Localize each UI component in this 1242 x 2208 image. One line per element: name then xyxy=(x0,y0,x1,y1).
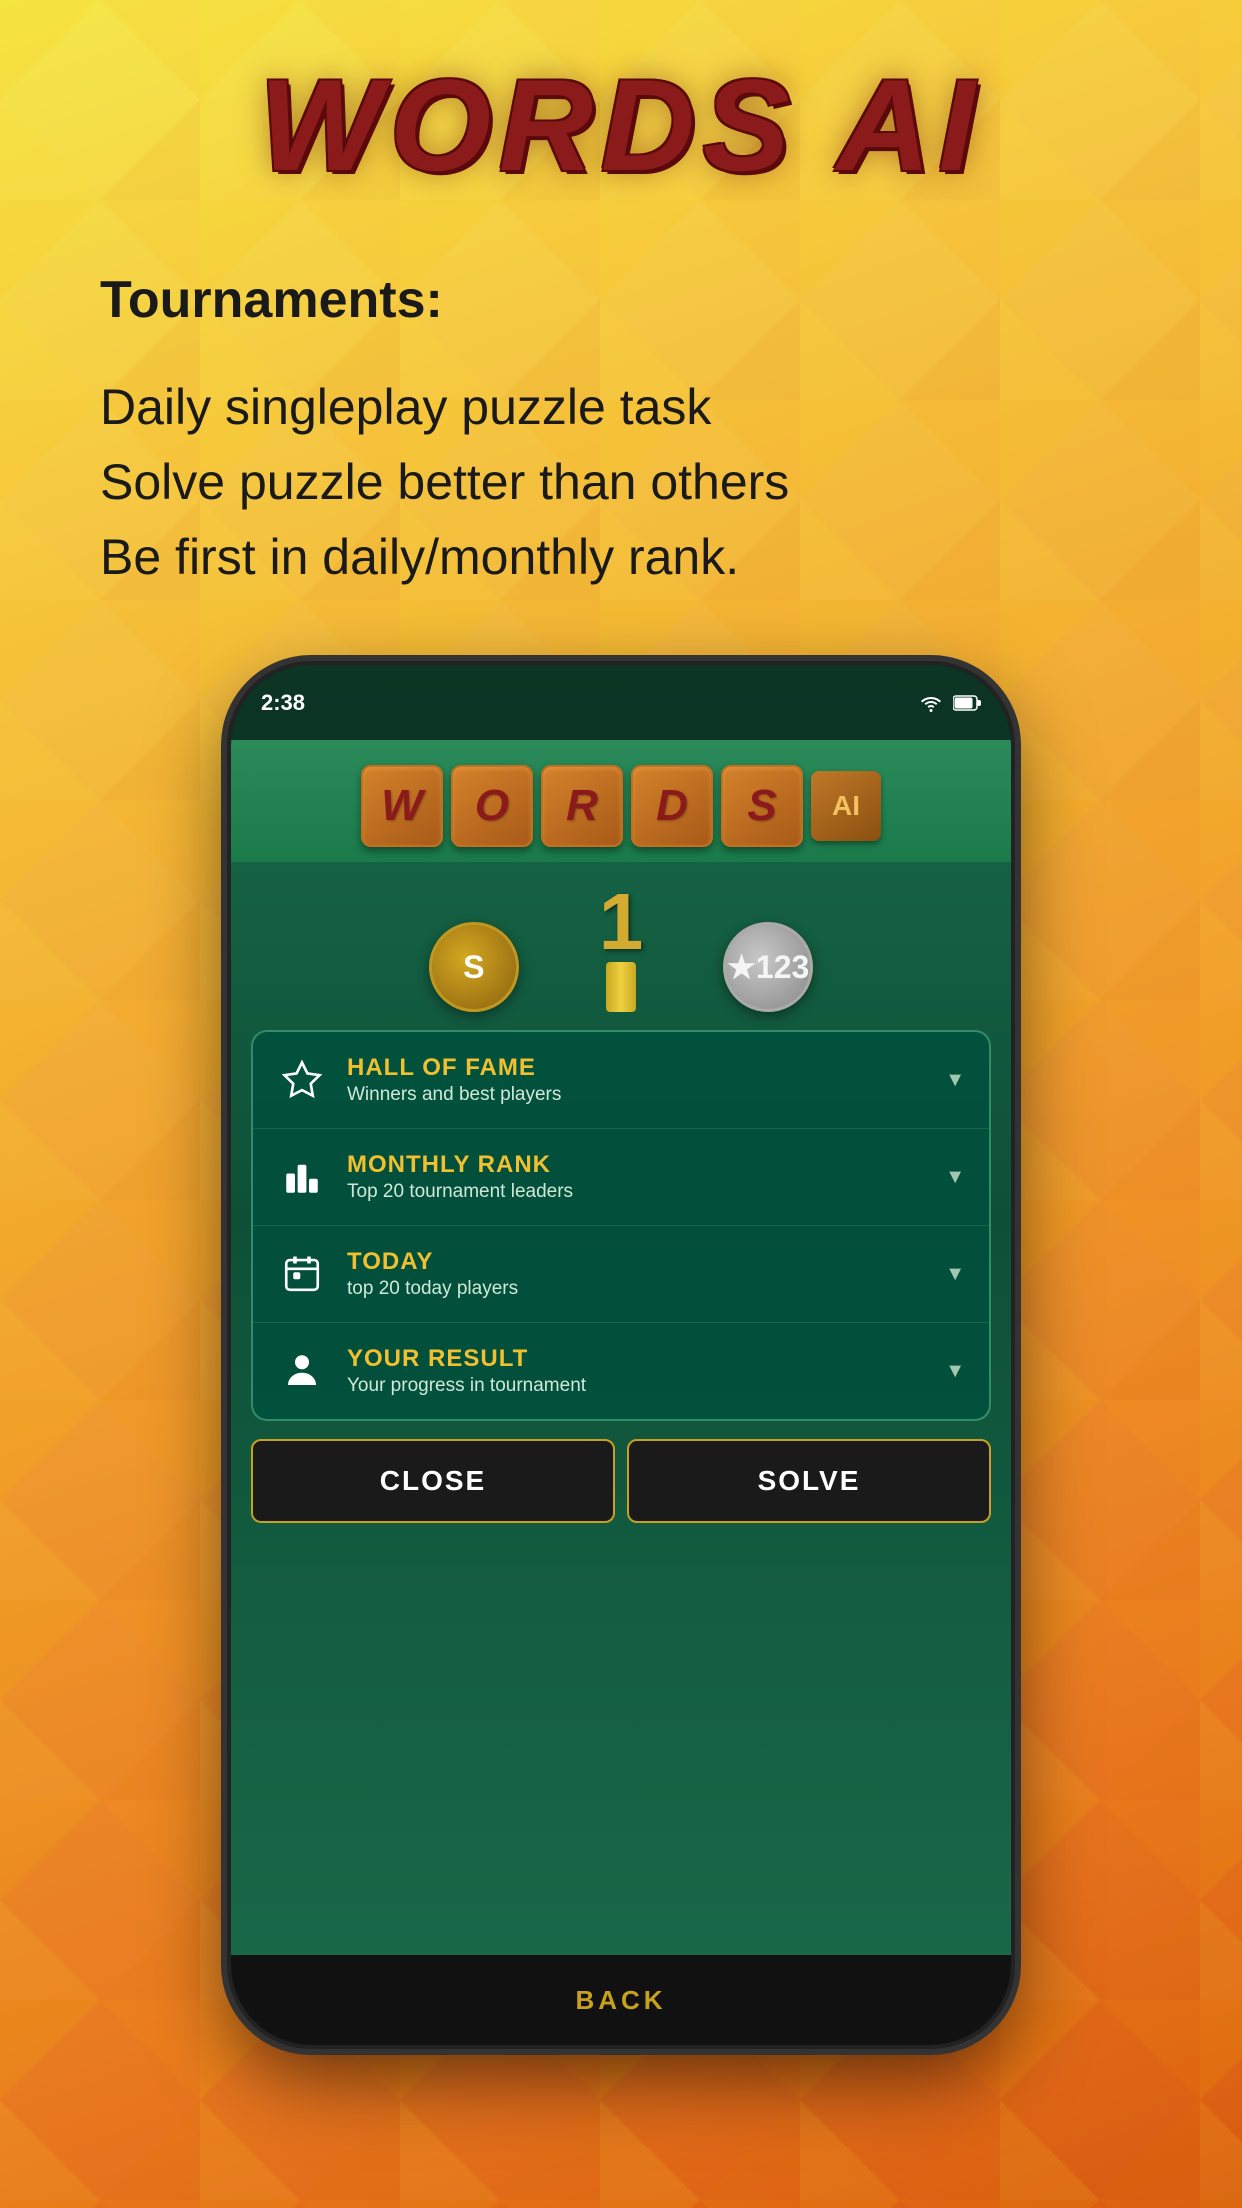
your-result-title: Your result xyxy=(347,1345,925,1373)
today-title: TODAY xyxy=(347,1248,925,1276)
menu-item-monthly-rank[interactable]: MONTHLY RANK Top 20 tournament leaders ▼ xyxy=(253,1129,989,1226)
phone-mockup: 2:38 W O xyxy=(231,665,1011,2045)
your-result-text: Your result Your progress in tournament xyxy=(347,1345,925,1397)
description-line3: Be first in daily/monthly rank. xyxy=(100,529,739,585)
your-result-arrow: ▼ xyxy=(945,1360,965,1383)
monthly-rank-subtitle: Top 20 tournament leaders xyxy=(347,1181,925,1203)
star-icon xyxy=(277,1055,327,1105)
medal-left-label: S xyxy=(463,949,484,986)
tile-d: D xyxy=(631,765,713,847)
medal-left: S xyxy=(429,922,519,1012)
menu-panel: HALL OF FAME Winners and best players ▼ xyxy=(251,1030,991,1421)
battery-icon xyxy=(953,694,981,712)
today-arrow: ▼ xyxy=(945,1263,965,1286)
app-title: WORDS AI xyxy=(0,60,1242,190)
status-time: 2:38 xyxy=(261,690,305,716)
description-line2: Solve puzzle better than others xyxy=(100,454,789,510)
monthly-rank-title: MONTHLY RANK xyxy=(347,1151,925,1179)
hall-of-fame-arrow: ▼ xyxy=(945,1069,965,1092)
trophy-area: S 1 ★123 xyxy=(231,862,1011,1022)
bottom-buttons: CLOSE SOLVE xyxy=(251,1439,991,1523)
solve-button[interactable]: SOLVE xyxy=(627,1439,991,1523)
tile-r: R xyxy=(541,765,623,847)
status-icons xyxy=(919,693,981,713)
tile-ai: AI xyxy=(811,771,881,841)
medal-right: ★123 xyxy=(723,922,813,1012)
today-text: TODAY top 20 today players xyxy=(347,1248,925,1300)
status-bar: 2:38 xyxy=(231,665,1011,740)
phone-screen: 2:38 W O xyxy=(231,665,1011,2045)
tile-s: S xyxy=(721,765,803,847)
back-label[interactable]: BACK xyxy=(575,1985,666,2016)
your-result-subtitle: Your progress in tournament xyxy=(347,1375,925,1397)
hall-of-fame-subtitle: Winners and best players xyxy=(347,1084,925,1106)
tile-o: O xyxy=(451,765,533,847)
tournaments-label: Tournaments: xyxy=(100,270,1142,330)
game-header: W O R D S AI xyxy=(231,740,1011,862)
person-icon xyxy=(277,1346,327,1396)
hall-of-fame-title: HALL OF FAME xyxy=(347,1054,925,1082)
phone-bottom-bar: BACK xyxy=(231,1955,1011,2045)
trophy-pedestal: 1 xyxy=(599,882,644,1012)
hall-of-fame-text: HALL OF FAME Winners and best players xyxy=(347,1054,925,1106)
trophy-number: 1 xyxy=(599,882,644,962)
chart-icon xyxy=(277,1152,327,1202)
menu-item-your-result[interactable]: Your result Your progress in tournament … xyxy=(253,1323,989,1419)
today-subtitle: top 20 today players xyxy=(347,1278,925,1300)
description-body: Daily singleplay puzzle task Solve puzzl… xyxy=(100,370,1142,595)
description-section: Tournaments: Daily singleplay puzzle tas… xyxy=(0,210,1242,635)
calendar-icon xyxy=(277,1249,327,1299)
wifi-icon xyxy=(919,693,943,713)
tile-w: W xyxy=(361,765,443,847)
header: WORDS AI xyxy=(0,0,1242,210)
medal-right-label: ★123 xyxy=(727,948,809,986)
monthly-rank-text: MONTHLY RANK Top 20 tournament leaders xyxy=(347,1151,925,1203)
phone-container: 2:38 W O xyxy=(0,665,1242,2045)
tile-row: W O R D S AI xyxy=(361,765,881,847)
description-line1: Daily singleplay puzzle task xyxy=(100,379,711,435)
menu-item-today[interactable]: TODAY top 20 today players ▼ xyxy=(253,1226,989,1323)
menu-item-hall-of-fame[interactable]: HALL OF FAME Winners and best players ▼ xyxy=(253,1032,989,1129)
monthly-rank-arrow: ▼ xyxy=(945,1166,965,1189)
close-button[interactable]: CLOSE xyxy=(251,1439,615,1523)
trophy-stand xyxy=(606,962,636,1012)
